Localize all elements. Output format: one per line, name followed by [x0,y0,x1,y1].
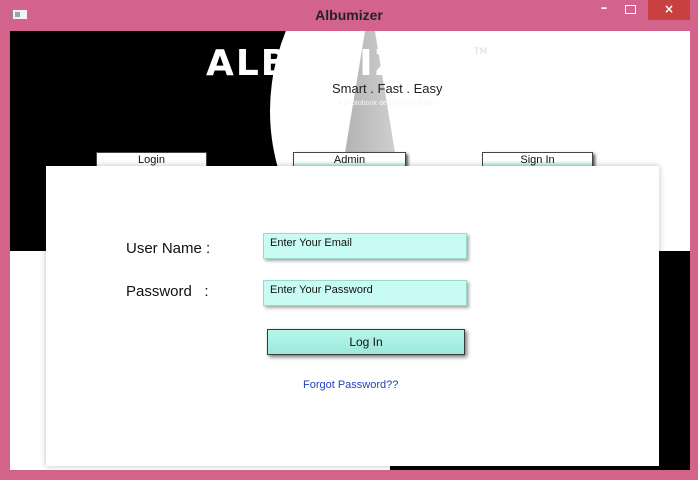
username-label: User Name : [126,240,211,257]
maximize-icon [624,5,636,14]
close-button[interactable]: × [648,0,690,20]
minimize-icon: – [600,1,608,16]
password-input[interactable]: Enter Your Password [263,280,467,306]
password-label: Password : [126,283,209,300]
forgot-password-link[interactable]: Forgot Password?? [303,379,398,391]
title-bar: Albumizer – × [0,0,698,32]
client-area: ALBUMIZER TM Smart . Fast . Easy A photo… [10,31,690,470]
background-left-strip [10,253,46,470]
logo-wordmark: ALBUMIZER [206,43,460,84]
minimize-button[interactable]: – [592,0,616,20]
login-panel: User Name : Password : Enter Your Email … [46,166,659,466]
close-icon: × [663,2,675,16]
logo-subtagline: A photobook designing software [338,100,438,107]
login-button[interactable]: Log In [267,329,465,355]
background-right-strip [658,251,690,470]
maximize-button[interactable] [618,0,642,20]
username-input[interactable]: Enter Your Email [263,233,467,259]
logo-tagline: Smart . Fast . Easy [332,81,443,96]
logo-trademark: TM [474,47,488,57]
brand-logo: ALBUMIZER TM Smart . Fast . Easy A photo… [206,43,506,123]
app-window: Albumizer – × ALBUMIZER TM Smart . Fast … [0,0,698,480]
